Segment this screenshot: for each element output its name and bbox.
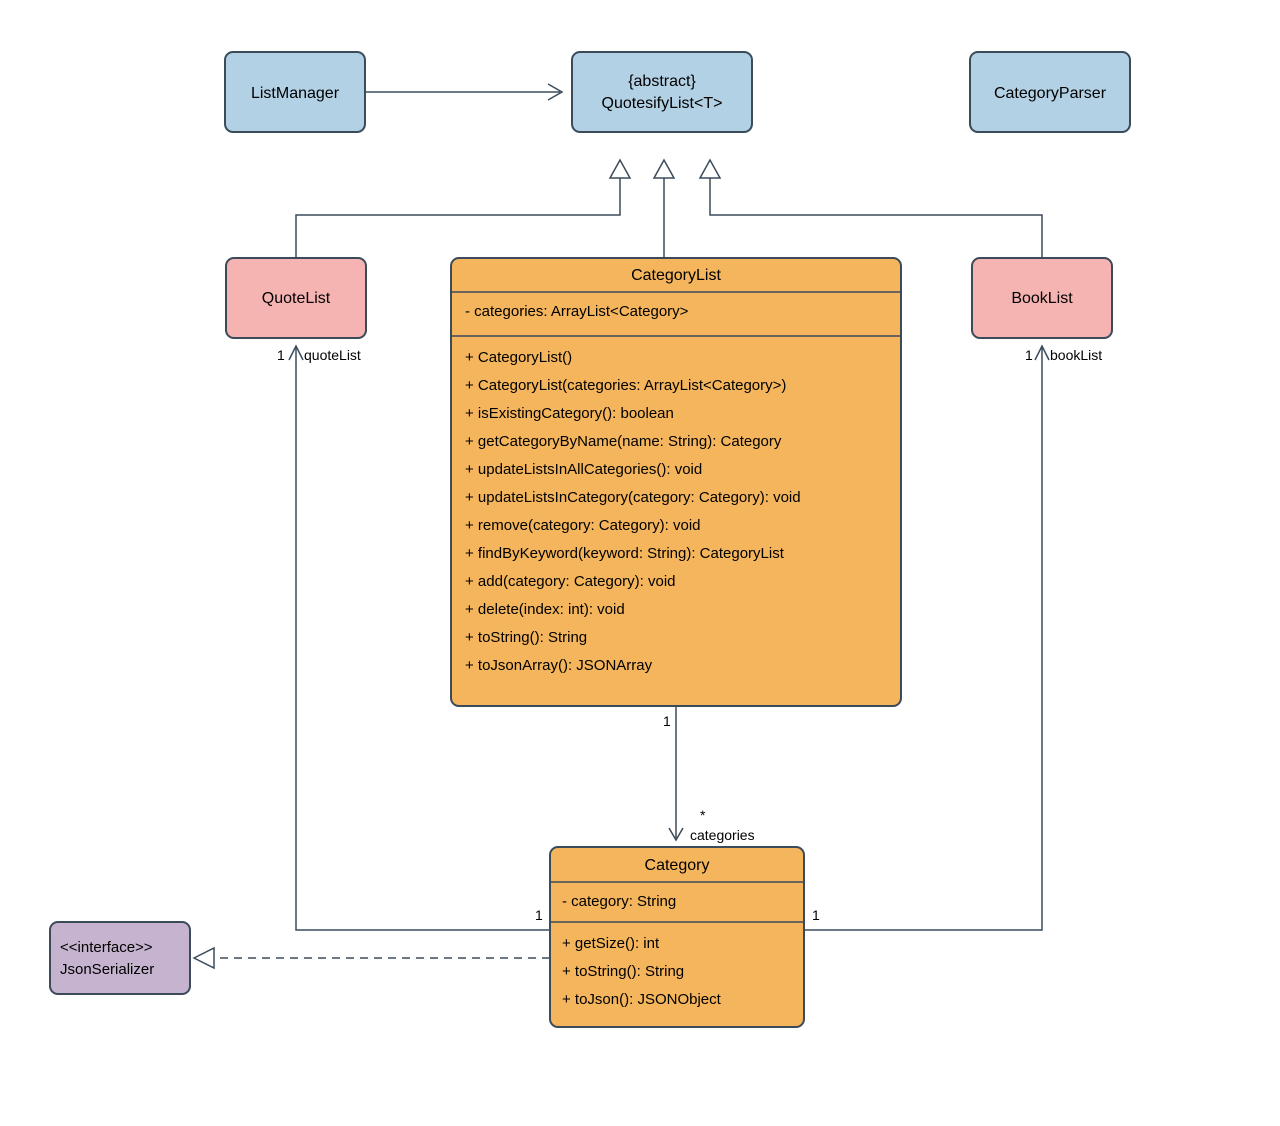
role-categories: categories [690,827,755,843]
role-quotelist: quoteList [304,347,361,363]
booklist-name: BookList [1011,290,1073,307]
quotesifylist-name: QuotesifyList<T> [602,95,723,112]
mult-catlist-far: * [700,807,706,823]
gen-categorylist [654,160,674,258]
categorylist-op-9: + delete(index: int): void [465,601,625,618]
class-categorylist: CategoryList - categories: ArrayList<Cat… [451,258,901,706]
class-category: Category - category: String + getSize():… [550,847,804,1027]
category-op-0: + getSize(): int [562,935,660,952]
categorylist-op-3: + getCategoryByName(name: String): Categ… [465,433,782,450]
realize-category-jsonserializer [194,948,550,968]
category-attr-0: - category: String [562,893,676,910]
dep-listmanager-to-quotesifylist [365,84,562,100]
category-op-2: + toJson(): JSONObject [562,991,722,1008]
class-listmanager: ListManager [225,52,365,132]
categorylist-attr-0: - categories: ArrayList<Category> [465,303,689,320]
mult-quotelist-near: 1 [535,907,543,923]
categorylist-name: CategoryList [631,267,721,284]
class-quotelist: QuoteList [226,258,366,338]
class-quotesifylist: {abstract} QuotesifyList<T> [572,52,752,132]
gen-quotelist [296,160,630,258]
category-name: Category [645,857,710,874]
categorylist-op-8: + add(category: Category): void [465,573,676,590]
jsonserializer-stereotype: <<interface>> [60,939,153,956]
assoc-categorylist-to-category: 1 * categories [663,706,755,843]
role-booklist: bookList [1050,347,1102,363]
class-categoryparser: CategoryParser [970,52,1130,132]
mult-quotelist-far: 1 [277,347,285,363]
categorylist-op-6: + remove(category: Category): void [465,517,701,534]
categorylist-op-10: + toString(): String [465,629,587,646]
categorylist-op-7: + findByKeyword(keyword: String): Catego… [465,545,785,562]
categorylist-op-1: + CategoryList(categories: ArrayList<Cat… [465,377,786,394]
listmanager-name: ListManager [251,85,340,102]
quotesifylist-stereotype: {abstract} [628,73,696,90]
gen-booklist [700,160,1042,258]
categorylist-op-0: + CategoryList() [465,349,572,366]
categorylist-op-2: + isExistingCategory(): boolean [465,405,674,422]
jsonserializer-name: JsonSerializer [60,961,154,978]
class-jsonserializer: <<interface>> JsonSerializer [50,922,190,994]
uml-class-diagram: ListManager {abstract} QuotesifyList<T> … [0,0,1280,1126]
mult-catlist-near: 1 [663,713,671,729]
categoryparser-name: CategoryParser [994,85,1107,102]
categorylist-op-11: + toJsonArray(): JSONArray [465,657,653,674]
categorylist-op-4: + updateListsInAllCategories(): void [465,461,702,478]
categorylist-op-5: + updateListsInCategory(category: Catego… [465,489,801,506]
class-booklist: BookList [972,258,1112,338]
mult-booklist-far: 1 [1025,347,1033,363]
category-op-1: + toString(): String [562,963,684,980]
quotelist-name: QuoteList [262,290,331,307]
mult-booklist-near: 1 [812,907,820,923]
